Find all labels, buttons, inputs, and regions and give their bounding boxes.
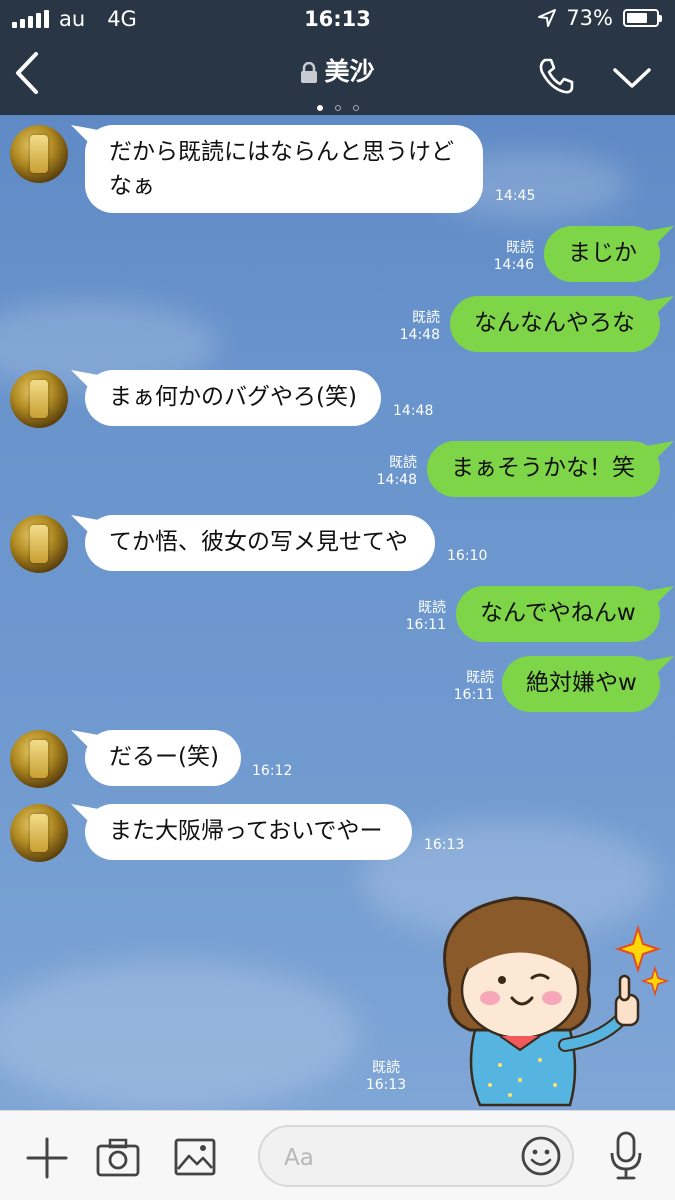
received-message: だから既読にはならんと思うけど なぁ: [85, 125, 483, 213]
battery-icon: [623, 9, 662, 27]
message-line: なぁ: [109, 173, 155, 199]
sent-message: なんでやねんw: [456, 586, 660, 642]
message-time: 14:45: [495, 188, 536, 204]
message-time: 14:46: [493, 257, 534, 273]
contact-avatar[interactable]: [10, 125, 68, 183]
read-receipt: 既読 16:11: [450, 670, 494, 704]
received-message: てか悟、彼女の写メ見せてや: [85, 515, 435, 571]
input-bar: [0, 1110, 675, 1200]
message-field[interactable]: [258, 1125, 574, 1187]
chat-header: au 4G 16:13 73% 美沙: [0, 0, 675, 115]
chat-screen: au 4G 16:13 73% 美沙 だから既読にはならんと思うけど なぁ 14…: [0, 0, 675, 1200]
sent-message: まじか: [544, 226, 660, 282]
read-receipt: 既読 16:11: [402, 600, 446, 634]
contact-avatar[interactable]: [10, 730, 68, 788]
emoji-icon[interactable]: [520, 1135, 562, 1177]
phone-icon[interactable]: [536, 56, 576, 96]
message-time: 16:13: [424, 837, 465, 853]
location-arrow-icon: [538, 9, 557, 27]
contact-avatar[interactable]: [10, 804, 68, 862]
plus-icon[interactable]: [26, 1137, 68, 1179]
image-icon[interactable]: [174, 1137, 216, 1177]
message-time: 16:12: [252, 763, 293, 779]
received-message: まぁ何かのバグやろ(笑): [85, 370, 381, 426]
message-time: 14:48: [376, 472, 417, 488]
camera-icon[interactable]: [96, 1137, 140, 1177]
message-time: 16:11: [453, 687, 494, 703]
read-label: 既読: [466, 670, 494, 686]
message-line: だから既読にはならんと思うけど: [109, 139, 454, 165]
chevron-down-icon[interactable]: [612, 66, 652, 90]
read-label: 既読: [412, 310, 440, 326]
page-indicator: [0, 96, 675, 115]
read-receipt: 既読 14:48: [373, 455, 417, 489]
status-bar: au 4G 16:13 73%: [0, 0, 675, 38]
message-time: 14:48: [399, 327, 440, 343]
received-message: だるー(笑): [85, 730, 241, 786]
lock-icon: [301, 62, 318, 83]
sent-message: まぁそうかな！笑: [427, 441, 660, 497]
read-receipt: 既読 14:48: [396, 310, 440, 344]
page-dot: [352, 105, 359, 111]
contact-name: 美沙: [324, 57, 375, 86]
contact-avatar[interactable]: [10, 370, 68, 428]
read-label: 既読: [506, 240, 534, 256]
received-message: また大阪帰っておいでやー: [85, 804, 412, 860]
message-input[interactable]: [282, 1139, 516, 1177]
battery-percent: 73%: [566, 6, 613, 30]
read-receipt: 既読 16:13: [356, 1060, 416, 1094]
read-label: 既読: [389, 455, 417, 471]
microphone-icon[interactable]: [608, 1131, 644, 1181]
page-dot: [316, 105, 323, 111]
message-time: 14:48: [393, 403, 434, 419]
read-receipt: 既読 14:46: [490, 240, 534, 274]
message-time: 16:11: [405, 617, 446, 633]
message-time: 16:10: [447, 548, 488, 564]
page-dot: [334, 105, 341, 111]
sticker-wink-girl[interactable]: [420, 880, 670, 1110]
sent-message: なんなんやろな: [450, 296, 660, 352]
contact-avatar[interactable]: [10, 515, 68, 573]
read-label: 既読: [418, 600, 446, 616]
read-label: 既読: [372, 1060, 400, 1076]
sent-message: 絶対嫌やw: [502, 656, 660, 712]
message-time: 16:13: [365, 1077, 407, 1093]
